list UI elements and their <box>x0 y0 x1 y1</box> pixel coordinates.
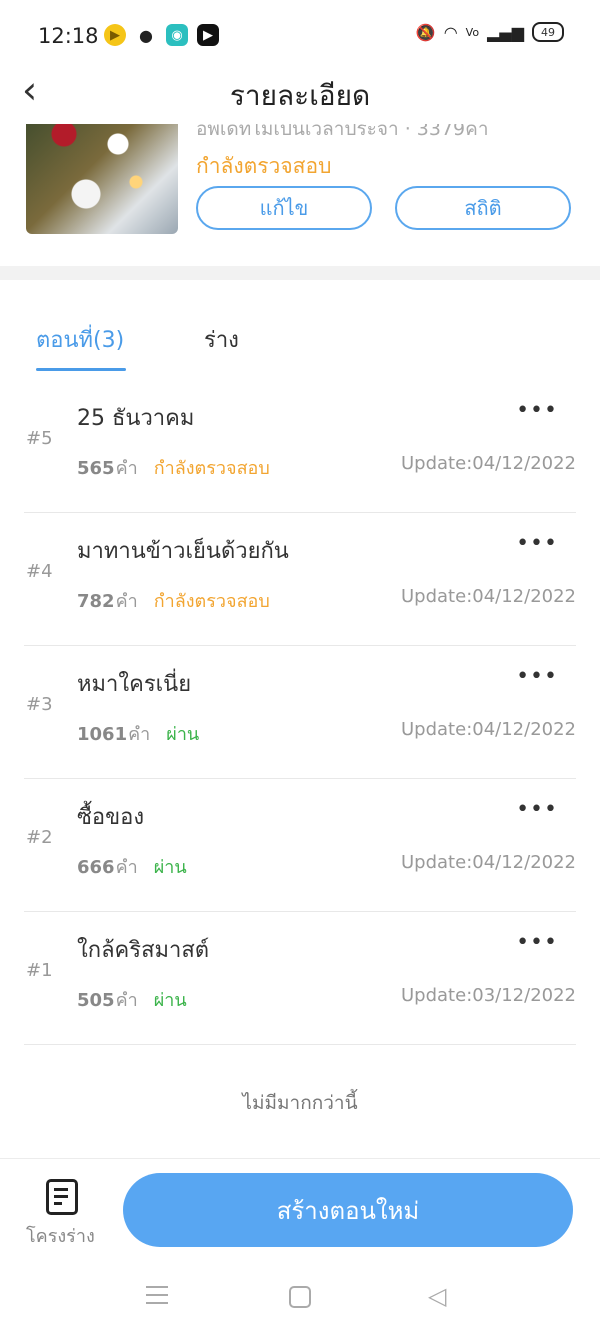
episode-status: กำลังตรวจสอบ <box>153 458 270 479</box>
word-unit: คำ <box>115 458 138 479</box>
signal-icon: ▂▄▆ <box>487 22 524 42</box>
tab-episodes[interactable]: ตอนที่(3) <box>36 322 124 357</box>
word-unit: คำ <box>115 990 138 1011</box>
episode-title: 25 ธันวาคม <box>77 406 195 431</box>
tab-bar: ตอนที่(3) ร่าง <box>0 300 600 380</box>
episode-update-date: Update:04/12/2022 <box>401 453 576 474</box>
chat-icon: ◉ <box>166 24 188 46</box>
episode-number: #5 <box>26 428 53 449</box>
volte-icon: Vo <box>465 25 480 39</box>
book-subtitle: อัพเดทไม่เป็นเวลาประจำ · 3379คำ <box>196 124 489 140</box>
word-count: 505 <box>77 990 115 1011</box>
episode-update-date: Update:04/12/2022 <box>401 586 576 607</box>
episode-status: ผ่าน <box>166 724 200 745</box>
home-icon[interactable] <box>289 1286 311 1308</box>
more-options-icon[interactable]: ••• <box>516 664 558 689</box>
list-item[interactable]: #1 ใกล้คริสมาสต์ 505 คำ ผ่าน Update:03/12… <box>24 912 576 1045</box>
episode-meta: 666 คำ ผ่าน <box>77 852 187 881</box>
bottom-action-bar: โครงร่าง สร้างตอนใหม่ <box>0 1158 600 1259</box>
tab-draft[interactable]: ร่าง <box>204 322 239 357</box>
episode-title: ใกล้คริสมาสต์ <box>77 938 210 963</box>
system-nav-bar: ◁ <box>0 1262 600 1333</box>
mute-icon: 🔕 <box>415 22 436 42</box>
wifi-icon: ◠ <box>443 22 458 42</box>
stats-button[interactable]: สถิติ <box>395 186 571 230</box>
list-item[interactable]: #3 หมาใครเนี่ย 1061 คำ ผ่าน Update:04/12/… <box>24 646 576 779</box>
word-unit: คำ <box>115 591 138 612</box>
book-cover-image[interactable] <box>26 124 178 234</box>
mask-icon: ● <box>135 24 157 46</box>
episode-meta: 505 คำ ผ่าน <box>77 985 187 1014</box>
notification-icons: ▶ ● ◉ ▶ <box>104 24 219 46</box>
episode-number: #4 <box>26 561 53 582</box>
system-icons: 🔕 ◠ Vo ▂▄▆ 49 <box>416 22 564 42</box>
more-options-icon[interactable]: ••• <box>516 398 558 423</box>
episode-number: #1 <box>26 960 53 981</box>
word-unit: คำ <box>128 724 151 745</box>
episode-status: กำลังตรวจสอบ <box>153 591 270 612</box>
episode-meta: 1061 คำ ผ่าน <box>77 719 199 748</box>
episode-update-date: Update:03/12/2022 <box>401 985 576 1006</box>
more-options-icon[interactable]: ••• <box>516 797 558 822</box>
word-count: 1061 <box>77 724 128 745</box>
yellow-play-icon: ▶ <box>104 24 126 46</box>
episode-status: ผ่าน <box>153 990 187 1011</box>
episode-update-date: Update:04/12/2022 <box>401 719 576 740</box>
section-divider <box>0 266 600 280</box>
word-count: 782 <box>77 591 115 612</box>
list-end-text: ไม่มีมากกว่านี้ <box>242 1092 358 1114</box>
episode-title: มาทานข้าวเย็นด้วยกัน <box>77 539 289 564</box>
list-item[interactable]: #2 ซื้อของ 666 คำ ผ่าน Update:04/12/2022 … <box>24 779 576 912</box>
list-item[interactable]: #4 มาทานข้าวเย็นด้วยกัน 782 คำ กำลังตรวจส… <box>24 513 576 646</box>
video-icon: ▶ <box>197 24 219 46</box>
create-episode-button[interactable]: สร้างตอนใหม่ <box>123 1173 573 1247</box>
word-count: 666 <box>77 857 115 878</box>
episode-status: ผ่าน <box>153 857 187 878</box>
episode-meta: 565 คำ กำลังตรวจสอบ <box>77 453 270 482</box>
book-card: อัพเดทไม่เป็นเวลาประจำ · 3379คำ กำลังตรว… <box>0 124 600 266</box>
status-time: 12:18 <box>38 24 99 48</box>
page-title: รายละเอียด <box>229 79 371 112</box>
book-status: กำลังตรวจสอบ <box>196 154 332 178</box>
more-options-icon[interactable]: ••• <box>516 531 558 556</box>
tab-active-indicator <box>36 368 126 371</box>
app-header: ‹ รายละเอียด <box>0 60 600 124</box>
more-options-icon[interactable]: ••• <box>516 930 558 955</box>
draft-icon[interactable] <box>46 1179 78 1215</box>
episode-meta: 782 คำ กำลังตรวจสอบ <box>77 586 270 615</box>
word-unit: คำ <box>115 857 138 878</box>
episode-number: #2 <box>26 827 53 848</box>
edit-button[interactable]: แก้ไข <box>196 186 372 230</box>
battery-icon: 49 <box>532 22 564 42</box>
episode-update-date: Update:04/12/2022 <box>401 852 576 873</box>
list-item[interactable]: #5 25 ธันวาคม 565 คำ กำลังตรวจสอบ Update:… <box>24 380 576 513</box>
back-triangle-icon[interactable]: ◁ <box>428 1282 446 1310</box>
menu-icon[interactable] <box>146 1286 168 1310</box>
episode-title: ซื้อของ <box>77 805 145 830</box>
word-count: 565 <box>77 458 115 479</box>
draft-label[interactable]: โครงร่าง <box>26 1221 95 1250</box>
episode-number: #3 <box>26 694 53 715</box>
episode-list: #5 25 ธันวาคม 565 คำ กำลังตรวจสอบ Update:… <box>24 380 576 1045</box>
episode-title: หมาใครเนี่ย <box>77 672 192 697</box>
